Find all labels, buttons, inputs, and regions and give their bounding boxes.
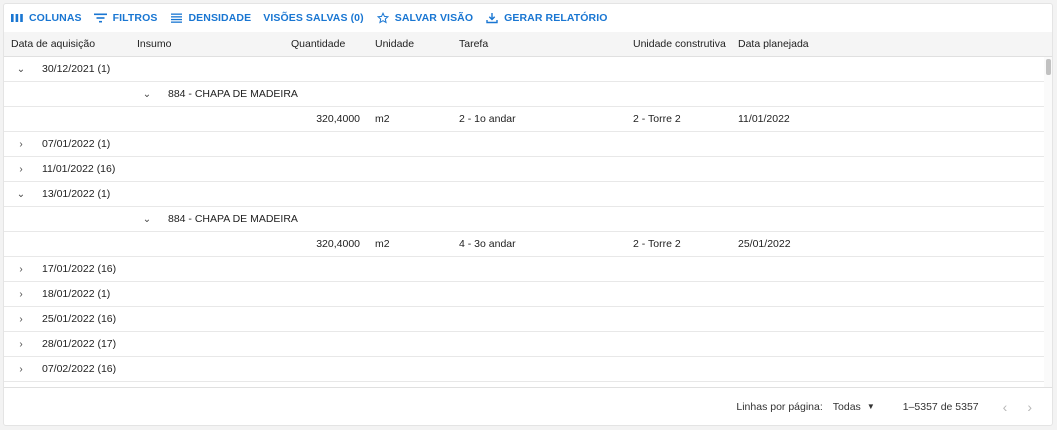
group-label: 28/01/2022 (17) xyxy=(42,338,117,350)
star-icon xyxy=(376,12,390,24)
group-row[interactable]: › 11/01/2022 (16) xyxy=(4,157,1052,182)
column-header-planned-date[interactable]: Data planejada xyxy=(738,32,809,57)
group-row[interactable]: › 17/01/2022 (16) xyxy=(4,257,1052,282)
column-header-date[interactable]: Data de aquisição xyxy=(11,32,95,57)
cell-planned-date: 25/01/2022 xyxy=(738,238,791,250)
group-label: 25/01/2022 (16) xyxy=(42,313,117,325)
cell-planned-date: 11/01/2022 xyxy=(738,113,790,125)
density-icon xyxy=(169,12,183,24)
group-label: 30/12/2021 (1) xyxy=(42,63,111,75)
density-label: DENSIDADE xyxy=(188,12,252,24)
column-header-input[interactable]: Insumo xyxy=(137,32,171,57)
previous-page-icon[interactable]: ‹ xyxy=(1003,399,1008,415)
group-label: 07/02/2022 (16) xyxy=(42,363,117,375)
dropdown-caret-icon: ▼ xyxy=(866,402,875,411)
chevron-down-icon[interactable]: ⌄ xyxy=(141,207,153,232)
chevron-right-icon[interactable]: › xyxy=(15,307,27,332)
rows-per-page-select[interactable]: Todas ▼ xyxy=(833,401,875,413)
saved-views-button[interactable]: VISÕES SALVAS (0) xyxy=(263,12,364,24)
chevron-down-icon[interactable]: ⌄ xyxy=(141,82,153,107)
save-view-label: SALVAR VISÃO xyxy=(394,12,474,24)
grid-footer: Linhas por página: Todas ▼ 1–5357 de 535… xyxy=(4,387,1052,425)
cell-quantity: 320,4000 xyxy=(316,238,360,250)
vertical-scrollbar[interactable] xyxy=(1044,57,1052,387)
table-row[interactable]: 320,4000 m2 4 - 3o andar 2 - Torre 2 25/01/2… xyxy=(4,232,1052,257)
table-row[interactable]: 320,4000 m2 2 - 1o andar 2 - Torre 2 11/01/2… xyxy=(4,107,1052,132)
column-header-quantity[interactable]: Quantidade xyxy=(291,32,345,57)
cell-unit: m2 xyxy=(375,113,390,125)
cell-task: 2 - 1o andar xyxy=(459,113,516,125)
group-label: 11/01/2022 (16) xyxy=(42,163,116,175)
chevron-right-icon[interactable]: › xyxy=(15,157,27,182)
group-label: 17/01/2022 (16) xyxy=(42,263,117,275)
grid-body: ⌄ 30/12/2021 (1) ⌄ 884 - CHAPA DE MADEIRA 32… xyxy=(4,57,1052,387)
column-header-row: Data de aquisição Insumo Quantidade Unid… xyxy=(4,32,1052,57)
scrollbar-thumb[interactable] xyxy=(1046,59,1051,75)
filter-icon xyxy=(94,12,108,24)
group-label: 18/01/2022 (1) xyxy=(42,288,111,300)
columns-label: COLUNAS xyxy=(29,12,82,24)
subgroup-label: 884 - CHAPA DE MADEIRA xyxy=(168,88,298,100)
subgroup-label: 884 - CHAPA DE MADEIRA xyxy=(168,213,298,225)
group-row[interactable]: › 07/01/2022 (1) xyxy=(4,132,1052,157)
saved-views-label: VISÕES SALVAS (0) xyxy=(263,12,364,24)
rows-per-page-label: Linhas por página: xyxy=(736,400,823,413)
chevron-right-icon[interactable]: › xyxy=(15,257,27,282)
filters-label: FILTROS xyxy=(112,12,158,24)
group-label: 07/01/2022 (1) xyxy=(42,138,111,150)
data-grid-card: COLUNAS FILTROS DENSIDADE VISÕES SALVAS … xyxy=(3,3,1053,426)
save-view-button[interactable]: SALVAR VISÃO xyxy=(376,12,473,24)
grid-toolbar: COLUNAS FILTROS DENSIDADE VISÕES SALVAS … xyxy=(4,4,1052,32)
chevron-right-icon[interactable]: › xyxy=(15,282,27,307)
chevron-right-icon[interactable]: › xyxy=(15,332,27,357)
cell-quantity: 320,4000 xyxy=(316,113,360,125)
group-row[interactable]: ⌄ 13/01/2022 (1) xyxy=(4,182,1052,207)
column-header-unit[interactable]: Unidade xyxy=(375,32,414,57)
download-icon xyxy=(485,12,499,24)
cell-construction-unit: 2 - Torre 2 xyxy=(633,113,681,125)
subgroup-row[interactable]: ⌄ 884 - CHAPA DE MADEIRA xyxy=(4,207,1052,232)
generate-report-label: GERAR RELATÓRIO xyxy=(504,12,608,24)
group-row[interactable]: › 25/01/2022 (16) xyxy=(4,307,1052,332)
group-row[interactable]: ⌄ 30/12/2021 (1) xyxy=(4,57,1052,82)
columns-button[interactable]: COLUNAS xyxy=(10,12,82,24)
rows-per-page-value: Todas xyxy=(832,400,861,413)
chevron-right-icon[interactable]: › xyxy=(15,357,27,382)
group-row[interactable]: › 28/01/2022 (17) xyxy=(4,332,1052,357)
generate-report-button[interactable]: GERAR RELATÓRIO xyxy=(485,12,607,24)
chevron-right-icon[interactable]: › xyxy=(15,132,27,157)
chevron-down-icon[interactable]: ⌄ xyxy=(15,57,27,82)
density-button[interactable]: DENSIDADE xyxy=(169,12,251,24)
cell-task: 4 - 3o andar xyxy=(459,238,516,250)
column-header-task[interactable]: Tarefa xyxy=(459,32,488,57)
columns-icon xyxy=(10,12,24,24)
filters-button[interactable]: FILTROS xyxy=(94,12,158,24)
chevron-down-icon[interactable]: ⌄ xyxy=(15,182,27,207)
column-header-construction-unit[interactable]: Unidade construtiva xyxy=(633,32,726,57)
group-row[interactable]: › 18/01/2022 (1) xyxy=(4,282,1052,307)
cell-unit: m2 xyxy=(375,238,390,250)
next-page-icon[interactable]: › xyxy=(1027,399,1032,415)
subgroup-row[interactable]: ⌄ 884 - CHAPA DE MADEIRA xyxy=(4,82,1052,107)
group-label: 13/01/2022 (1) xyxy=(42,188,111,200)
cell-construction-unit: 2 - Torre 2 xyxy=(633,238,681,250)
group-row[interactable]: › 07/02/2022 (16) xyxy=(4,357,1052,382)
pagination-range: 1–5357 de 5357 xyxy=(902,400,979,413)
